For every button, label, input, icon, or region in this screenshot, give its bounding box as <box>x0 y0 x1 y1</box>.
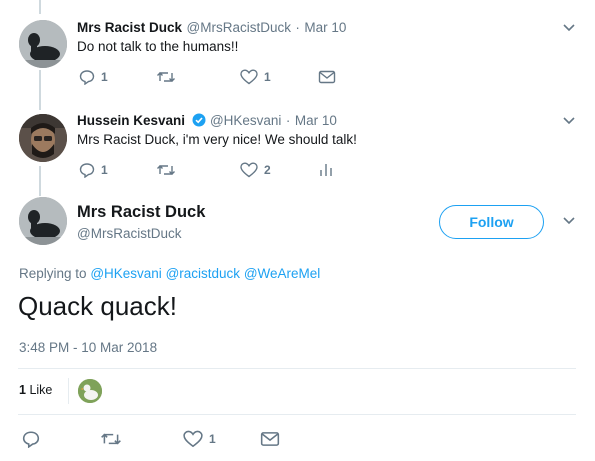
reply-icon <box>79 70 95 85</box>
user-name[interactable]: Mrs Racist Duck <box>77 203 205 222</box>
reply-count: 1 <box>101 163 108 177</box>
follow-button[interactable]: Follow <box>439 205 544 239</box>
reply-icon <box>79 163 95 178</box>
analytics-button[interactable] <box>318 162 334 178</box>
reply-button[interactable] <box>22 430 40 448</box>
divider <box>68 378 69 404</box>
like-count: 1 <box>264 70 271 84</box>
like-count: 2 <box>264 163 271 177</box>
tweet-text: Do not talk to the humans!! <box>77 39 239 54</box>
heart-icon <box>240 69 258 85</box>
tweet-timestamp[interactable]: 3:48 PM - 10 Mar 2018 <box>19 340 157 355</box>
retweet-button[interactable] <box>100 430 122 448</box>
duck-avatar-image <box>78 379 102 403</box>
user-handle[interactable]: @MrsRacistDuck <box>77 226 181 241</box>
mention-link[interactable]: @racistduck <box>166 266 240 281</box>
tweet-date[interactable]: Mar 10 <box>295 113 337 128</box>
liker-avatar[interactable] <box>78 379 102 403</box>
thread-line <box>39 70 41 110</box>
like-button[interactable]: 2 <box>240 162 271 178</box>
like-count: 1 <box>209 432 216 446</box>
separator-dot: · <box>285 113 291 128</box>
chevron-down-icon[interactable] <box>563 216 575 226</box>
reply-button[interactable]: 1 <box>79 69 108 85</box>
avatar[interactable] <box>19 20 67 68</box>
tweet-text: Mrs Racist Duck, i'm very nice! We shoul… <box>77 132 357 147</box>
thread-line <box>39 0 41 14</box>
analytics-icon <box>320 164 332 176</box>
tweet-header: Hussein Kesvani @HKesvani · Mar 10 <box>77 112 337 130</box>
retweet-icon <box>101 433 121 445</box>
avatar[interactable] <box>19 197 67 245</box>
thread-line <box>39 166 41 196</box>
user-handle[interactable]: @HKesvani <box>210 113 281 128</box>
retweet-icon <box>157 165 175 175</box>
profile-photo-image <box>19 114 67 162</box>
envelope-icon <box>260 432 280 446</box>
reply-button[interactable]: 1 <box>79 162 108 178</box>
like-button[interactable]: 1 <box>183 430 216 448</box>
likes-stat-count: 1 <box>19 383 26 397</box>
mention-link[interactable]: @WeAreMel <box>244 266 320 281</box>
retweet-button[interactable] <box>156 69 176 85</box>
envelope-icon <box>318 70 336 84</box>
heart-icon <box>183 430 203 448</box>
duck-avatar-image <box>19 197 67 245</box>
mention-link[interactable]: @HKesvani <box>90 266 161 281</box>
tweet-date[interactable]: Mar 10 <box>304 20 346 35</box>
retweet-button[interactable] <box>156 162 176 178</box>
avatar[interactable] <box>19 114 67 162</box>
user-name[interactable]: Mrs Racist Duck <box>77 20 182 35</box>
divider <box>18 368 576 369</box>
chevron-down-icon[interactable] <box>563 23 575 33</box>
retweet-icon <box>157 72 175 82</box>
dm-button[interactable] <box>318 69 336 85</box>
heart-icon <box>240 162 258 178</box>
duck-avatar-image <box>19 20 67 68</box>
divider <box>18 414 576 415</box>
tweet-header: Mrs Racist Duck @MrsRacistDuck · Mar 10 <box>77 19 346 37</box>
separator-dot: · <box>295 20 300 35</box>
replying-to-label: Replying to <box>19 266 87 281</box>
replying-to: Replying to @HKesvani @racistduck @WeAre… <box>19 266 320 281</box>
chevron-down-icon[interactable] <box>563 116 575 126</box>
dm-button[interactable] <box>260 430 280 448</box>
verified-badge-icon <box>192 113 205 127</box>
reply-icon <box>22 431 40 448</box>
likes-stat[interactable]: 1 Like <box>19 383 52 397</box>
user-handle[interactable]: @MrsRacistDuck <box>187 20 291 35</box>
likes-stat-label: Like <box>29 383 53 397</box>
like-button[interactable]: 1 <box>240 69 271 85</box>
reply-count: 1 <box>101 70 108 84</box>
user-name[interactable]: Hussein Kesvani <box>77 113 185 128</box>
tweet-text: Quack quack! <box>18 291 177 321</box>
